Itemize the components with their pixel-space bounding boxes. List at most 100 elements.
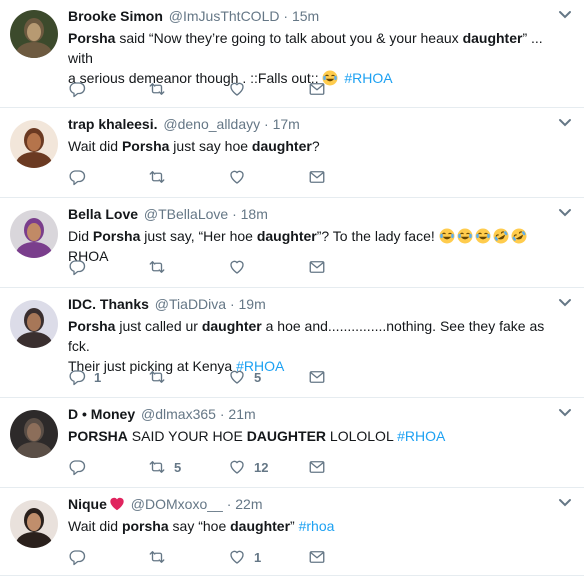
like-button[interactable]: 12	[228, 457, 268, 477]
bold-keyword: daughter	[201, 318, 262, 334]
user-handle[interactable]: @deno_alldayy	[163, 116, 260, 132]
tweet-text-segment: ”	[290, 518, 299, 534]
direct-message-button[interactable]	[308, 79, 326, 99]
tweet-header: Brooke Simon @ImJusThtCOLD · 15m	[68, 6, 560, 26]
reply-button[interactable]	[68, 457, 94, 477]
direct-message-button[interactable]	[308, 457, 326, 477]
bold-keyword: PORSHA	[68, 428, 128, 444]
tweet-text-line: Porsha said “Now they’re going to talk a…	[68, 28, 560, 68]
chevron-down-icon[interactable]	[558, 498, 572, 508]
retweet-button[interactable]	[148, 167, 174, 187]
separator-dot: ·	[219, 406, 225, 422]
tweet-text-segment: say “hoe	[168, 518, 231, 534]
direct-message-button[interactable]	[308, 167, 326, 187]
tweet-card[interactable]: trap khaleesi. @deno_alldayy · 17m Wait d…	[0, 108, 584, 198]
user-handle[interactable]: @dlmax365	[141, 406, 216, 422]
tweet-text-segment: said “Now they’re going to talk about yo…	[115, 30, 463, 46]
chevron-down-icon[interactable]	[558, 208, 572, 218]
user-handle[interactable]: @DOMxoxo__	[131, 496, 223, 512]
reply-button[interactable]	[68, 257, 94, 277]
timestamp[interactable]: 21m	[228, 406, 255, 422]
heart-icon	[230, 460, 244, 474]
tweet-card[interactable]: Bella Love @TBellaLove · 18m Did Porsha j…	[0, 198, 584, 288]
retweet-button[interactable]	[148, 547, 174, 567]
chevron-down-icon[interactable]	[558, 298, 572, 308]
tweet-header: Bella Love @TBellaLove · 18m	[68, 204, 560, 224]
timestamp[interactable]: 19m	[239, 296, 266, 312]
avatar[interactable]	[10, 10, 58, 58]
tweet-text-segment: ?	[311, 138, 320, 154]
avatar[interactable]	[10, 500, 58, 548]
tweet-actions	[68, 167, 408, 187]
direct-message-button[interactable]	[308, 547, 326, 567]
display-name[interactable]: Brooke Simon	[68, 8, 163, 24]
timestamp[interactable]: 22m	[235, 496, 262, 512]
retweet-icon	[149, 83, 165, 95]
timestamp[interactable]: 17m	[273, 116, 300, 132]
user-handle[interactable]: @ImJusThtCOLD	[169, 8, 280, 24]
separator-dot: ·	[226, 496, 232, 512]
avatar[interactable]	[10, 120, 58, 168]
user-handle[interactable]: @TiaDDiva	[155, 296, 226, 312]
display-name[interactable]: IDC. Thanks	[68, 296, 149, 312]
direct-message-icon	[309, 551, 325, 563]
tweet-text-line: Porsha just called ur daughter a hoe and…	[68, 316, 560, 356]
timestamp[interactable]: 18m	[241, 206, 268, 222]
direct-message-icon	[309, 371, 325, 383]
display-name[interactable]: D • Money	[68, 406, 135, 422]
heart-icon	[230, 260, 244, 274]
hashtag-link[interactable]: #RHOA	[397, 428, 445, 444]
timestamp[interactable]: 15m	[292, 8, 319, 24]
retweet-button[interactable]	[148, 257, 174, 277]
display-name[interactable]: trap khaleesi.	[68, 116, 158, 132]
tweet-text-line: Wait did porsha say “hoe daughter” #rhoa	[68, 516, 560, 536]
bold-keyword: daughter	[256, 228, 317, 244]
reply-button[interactable]	[68, 167, 94, 187]
chevron-down-icon[interactable]	[558, 118, 572, 128]
display-name[interactable]: Bella Love	[68, 206, 138, 222]
avatar[interactable]	[10, 410, 58, 458]
like-button[interactable]	[228, 79, 254, 99]
user-handle[interactable]: @TBellaLove	[144, 206, 228, 222]
like-button[interactable]: 1	[228, 547, 261, 567]
retweets-count: 5	[174, 459, 182, 475]
chevron-down-icon[interactable]	[558, 10, 572, 20]
chevron-down-icon[interactable]	[558, 408, 572, 418]
heart-icon	[230, 550, 244, 564]
tweet-text-segment: just say, “Her hoe	[140, 228, 257, 244]
tweet-text: Wait did porsha say “hoe daughter” #rhoa	[68, 516, 560, 536]
retweet-button[interactable]	[148, 367, 174, 387]
display-name[interactable]: Nique	[68, 496, 107, 512]
tweet-card[interactable]: D • Money @dlmax365 · 21m PORSHA SAID YOU…	[0, 398, 584, 488]
hashtag-link[interactable]: #rhoa	[299, 518, 335, 534]
direct-message-button[interactable]	[308, 257, 326, 277]
like-button[interactable]	[228, 167, 254, 187]
tweet-text-segment: Wait did	[68, 518, 122, 534]
reply-button[interactable]: 1	[68, 367, 101, 387]
retweet-button[interactable]: 5	[148, 457, 181, 477]
like-button[interactable]	[228, 257, 254, 277]
direct-message-button[interactable]	[308, 367, 326, 387]
reply-button[interactable]	[68, 79, 94, 99]
tweet-actions: 5 12	[68, 457, 408, 477]
joy-emoji-icon	[475, 228, 491, 244]
retweet-button[interactable]	[148, 79, 174, 99]
tweet-content: Nique @DOMxoxo__ · 22m Wait did porsha sa…	[68, 494, 560, 536]
tweet-text-segment: SAID YOUR HOE	[127, 428, 247, 444]
direct-message-icon	[309, 83, 325, 95]
tweet-card[interactable]: Brooke Simon @ImJusThtCOLD · 15m Porsha s…	[0, 0, 584, 108]
bold-keyword: DAUGHTER	[246, 428, 327, 444]
tweet-card[interactable]: IDC. Thanks @TiaDDiva · 19m Porsha just c…	[0, 288, 584, 398]
avatar[interactable]	[10, 210, 58, 258]
bold-keyword: Porsha	[92, 228, 141, 244]
avatar[interactable]	[10, 300, 58, 348]
like-button[interactable]: 5	[228, 367, 261, 387]
likes-count: 1	[254, 549, 262, 565]
reply-button[interactable]	[68, 547, 94, 567]
tweet-content: Brooke Simon @ImJusThtCOLD · 15m Porsha s…	[68, 6, 560, 88]
tweet-card[interactable]: Nique @DOMxoxo__ · 22m Wait did porsha sa…	[0, 488, 584, 576]
tweet-text-line: Wait did Porsha just say hoe daughter?	[68, 136, 560, 156]
heart-icon	[230, 370, 244, 384]
red-heart-icon	[110, 497, 124, 511]
bold-keyword: Porsha	[68, 318, 116, 334]
